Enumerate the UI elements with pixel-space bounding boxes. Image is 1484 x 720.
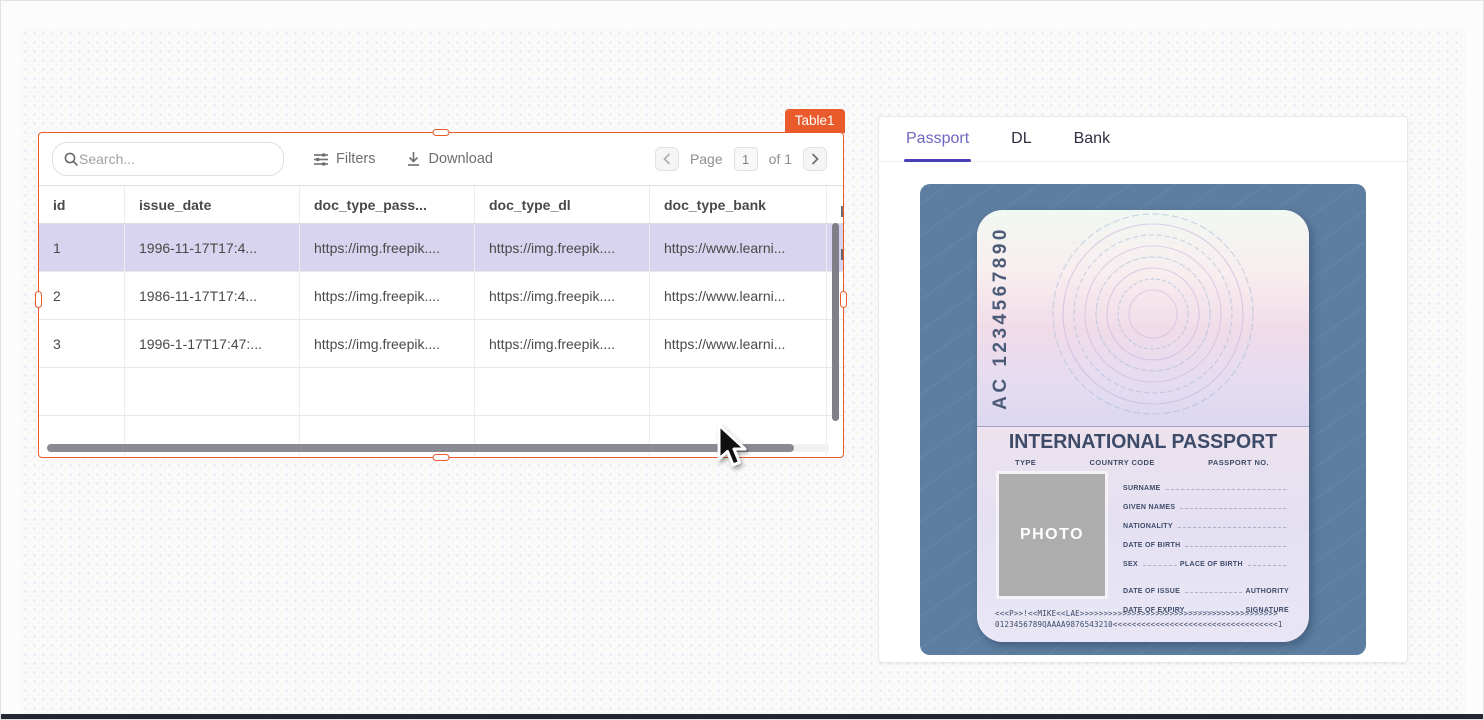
next-page-button[interactable] (803, 147, 827, 171)
nationality-label: NATIONALITY (1123, 523, 1173, 530)
passport-header-fields: TYPE COUNTRY CODE PASSPORT NO. (1015, 458, 1269, 467)
guilloche-rosette (1003, 210, 1309, 424)
download-button[interactable]: Download (406, 151, 493, 167)
table-pagination: Page of 1 (655, 147, 827, 171)
cell-doc-type-pass[interactable]: https://img.freepik.... (300, 272, 475, 319)
column-header-clipped (827, 186, 843, 223)
mrz-line-2: 0123456789QAAAA9876543210<<<<<<<<<<<<<<<… (995, 619, 1297, 630)
type-label: TYPE (1015, 458, 1036, 467)
page-label: Page (690, 151, 723, 167)
cell-doc-type-bank[interactable]: https://www.learni... (650, 224, 827, 271)
page-total-label: of 1 (769, 151, 792, 167)
place-of-birth-label: PLACE OF BIRTH (1180, 561, 1243, 568)
passport-serial-number: AC 1234567890 (990, 226, 1012, 410)
widget-name-badge[interactable]: Table1 (785, 109, 845, 133)
column-header-issue-date[interactable]: issue_date (125, 186, 300, 223)
column-header-doc-type-dl[interactable]: doc_type_dl (475, 186, 650, 223)
cell-issue-date[interactable]: 1986-11-17T17:4... (125, 272, 300, 319)
date-of-birth-label: DATE OF BIRTH (1123, 542, 1180, 549)
passport-image: AC 1234567890 INTERNATIONAL PASSPORT TYP… (920, 184, 1366, 655)
filters-icon (313, 152, 329, 167)
passport-top-section: AC 1234567890 (977, 210, 1309, 426)
tab-passport[interactable]: Passport (906, 117, 969, 161)
column-header-doc-type-pass[interactable]: doc_type_pass... (300, 186, 475, 223)
mrz-line-1: <<<P>>!<<MIKE<<LAE>>>>>>>>>>>>>>>>>>>>>>… (995, 608, 1297, 619)
cell-issue-date[interactable]: 1996-1-17T17:47:... (125, 320, 300, 367)
cell-id[interactable]: 1 (39, 224, 125, 271)
horizontal-scrollbar-thumb[interactable] (47, 444, 794, 452)
table-row[interactable]: 2 1986-11-17T17:4... https://img.freepik… (39, 272, 843, 320)
search-input[interactable] (79, 151, 259, 167)
chevron-left-icon (662, 153, 672, 165)
table-search-box[interactable] (52, 142, 284, 176)
cell-id[interactable]: 2 (39, 272, 125, 319)
date-of-issue-label: DATE OF ISSUE (1123, 588, 1180, 595)
cell-doc-type-pass[interactable]: https://img.freepik.... (300, 224, 475, 271)
given-names-label: GIVEN NAMES (1123, 504, 1175, 511)
passport-fields: SURNAME GIVEN NAMES NATIONALITY DATE OF … (1123, 473, 1289, 614)
column-header-doc-type-bank[interactable]: doc_type_bank (650, 186, 827, 223)
cell-doc-type-dl[interactable]: https://img.freepik.... (475, 320, 650, 367)
cell-doc-type-dl[interactable]: https://img.freepik.... (475, 224, 650, 271)
table-toolbar: Filters Download Page of 1 (39, 133, 843, 185)
cell-doc-type-bank[interactable]: https://www.learni... (650, 272, 827, 319)
tab-dl[interactable]: DL (1011, 117, 1031, 161)
table-header-row: id issue_date doc_type_pass... doc_type_… (39, 186, 843, 224)
horizontal-scrollbar-track[interactable] (47, 444, 829, 452)
tab-bank[interactable]: Bank (1074, 117, 1110, 161)
passport-no-label: PASSPORT NO. (1208, 458, 1269, 467)
passport-title: INTERNATIONAL PASSPORT (985, 430, 1300, 454)
resize-handle-right[interactable] (840, 291, 847, 308)
tabs-bar: Passport DL Bank (879, 117, 1407, 162)
cell-doc-type-pass[interactable]: https://img.freepik.... (300, 320, 475, 367)
cell-id[interactable]: 3 (39, 320, 125, 367)
surname-label: SURNAME (1123, 485, 1161, 492)
table-empty-row (39, 368, 843, 416)
search-icon (63, 151, 79, 167)
prev-page-button[interactable] (655, 147, 679, 171)
vertical-scrollbar[interactable] (832, 223, 839, 421)
page-number-input[interactable] (734, 147, 758, 171)
download-icon (406, 151, 421, 167)
photo-placeholder: PHOTO (996, 471, 1108, 599)
passport-mrz: <<<P>>!<<MIKE<<LAE>>>>>>>>>>>>>>>>>>>>>>… (995, 608, 1297, 630)
mouse-cursor (713, 423, 759, 473)
column-header-id[interactable]: id (39, 186, 125, 223)
cell-doc-type-bank[interactable]: https://www.learni... (650, 320, 827, 367)
cell-doc-type-dl[interactable]: https://img.freepik.... (475, 272, 650, 319)
download-label: Download (428, 151, 493, 167)
app-canvas-frame: Table1 Filters Download Page (0, 0, 1484, 720)
tabs-widget: Passport DL Bank (878, 116, 1408, 663)
table-grid: id issue_date doc_type_pass... doc_type_… (39, 185, 843, 457)
photo-label: PHOTO (1020, 526, 1084, 544)
chevron-right-icon (810, 153, 820, 165)
table-row[interactable]: 1 1996-11-17T17:4... https://img.freepik… (39, 224, 843, 272)
country-code-label: COUNTRY CODE (1090, 458, 1155, 467)
table-widget[interactable]: Table1 Filters Download Page (38, 132, 844, 458)
sex-label: SEX (1123, 561, 1138, 568)
resize-handle-top[interactable] (433, 129, 450, 136)
filters-label: Filters (336, 151, 375, 167)
table-row[interactable]: 3 1996-1-17T17:47:... https://img.freepi… (39, 320, 843, 368)
resize-handle-left[interactable] (35, 291, 42, 308)
filters-button[interactable]: Filters (313, 151, 375, 167)
cell-issue-date[interactable]: 1996-11-17T17:4... (125, 224, 300, 271)
authority-label: AUTHORITY (1245, 588, 1289, 595)
passport-page: AC 1234567890 INTERNATIONAL PASSPORT TYP… (977, 210, 1309, 642)
bottom-edge-bar (1, 714, 1483, 719)
resize-handle-bottom[interactable] (433, 454, 450, 461)
